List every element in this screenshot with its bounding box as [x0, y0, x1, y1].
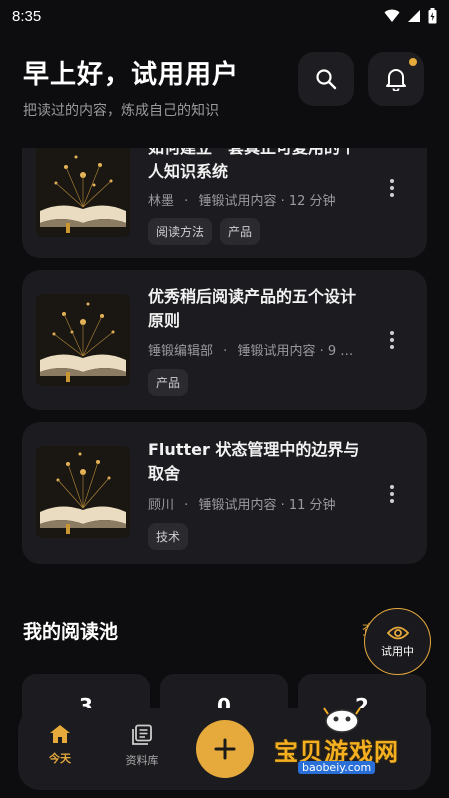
notifications-button[interactable]: [368, 52, 424, 106]
article-author: 顾川: [148, 498, 175, 513]
library-icon: [132, 724, 152, 745]
search-icon: [316, 69, 337, 90]
tab-library[interactable]: 资料库: [112, 724, 172, 768]
article-meta: 锤锻编辑部 · 锤锻试用内容 · 9 …: [148, 344, 354, 359]
more-options-icon[interactable]: [382, 325, 402, 355]
more-options-icon[interactable]: [382, 173, 402, 203]
article-read-time: 9 …: [327, 344, 354, 359]
article-card[interactable]: 优秀稍后阅读产品的五个设计原则 锤锻编辑部 · 锤锻试用内容 · 9 … 产品: [22, 270, 427, 410]
home-icon: [50, 725, 70, 743]
article-author: 林墨: [148, 194, 175, 209]
notification-badge: [409, 58, 417, 66]
more-options-icon[interactable]: [382, 479, 402, 509]
article-title: 优秀稍后阅读产品的五个设计原则: [148, 287, 357, 330]
tag-chip[interactable]: 阅读方法: [148, 218, 213, 245]
article-tags: 产品: [148, 369, 189, 396]
article-cover-image: [36, 294, 130, 386]
article-source: 锤锻试用内容: [198, 194, 277, 209]
article-read-time: 11 分钟: [288, 498, 336, 513]
site-watermark: 宝贝游戏网 baobeiy.com: [274, 706, 424, 778]
tag-chip[interactable]: 产品: [220, 218, 261, 245]
greeting-title: 早上好，试用用户: [23, 60, 240, 90]
tab-library-label: 资料库: [125, 754, 159, 767]
article-source: 锤锻试用内容: [198, 498, 277, 513]
article-tags: 技术: [148, 523, 189, 550]
tag-chip[interactable]: 技术: [148, 523, 189, 550]
tab-today[interactable]: 今天: [30, 724, 90, 766]
article-cover-image: [36, 446, 130, 538]
add-button[interactable]: [196, 720, 254, 778]
search-button[interactable]: [298, 52, 354, 106]
system-icons: [384, 8, 437, 24]
bell-icon: [386, 69, 406, 91]
status-bar: 8:35: [0, 0, 449, 32]
watermark-url: baobeiy.com: [298, 761, 376, 774]
trial-mode-badge[interactable]: 试用中: [364, 608, 431, 675]
status-time: 8:35: [12, 7, 42, 25]
article-card[interactable]: Flutter 状态管理中的边界与取舍 顾川 · 锤锻试用内容 · 11 分钟 …: [22, 422, 427, 564]
mascot-logo: [323, 707, 361, 733]
article-read-time: 12 分钟: [288, 194, 336, 209]
article-meta: 顾川 · 锤锻试用内容 · 11 分钟: [148, 498, 336, 513]
article-cover-image: [36, 145, 130, 237]
tag-chip[interactable]: 产品: [148, 369, 189, 396]
eye-icon: [386, 626, 409, 639]
battery-icon: [428, 8, 437, 24]
greeting-subtitle: 把读过的内容，炼成自己的知识: [23, 103, 219, 119]
trial-mode-label: 试用中: [381, 644, 414, 658]
article-source: 锤锻试用内容: [237, 344, 316, 359]
wifi-icon: [384, 9, 400, 22]
signal-icon: [408, 10, 420, 22]
article-title: Flutter 状态管理中的边界与取舍: [148, 440, 360, 483]
section-title: 我的阅读池: [23, 621, 119, 643]
article-tags: 阅读方法 产品: [148, 218, 261, 245]
article-author: 锤锻编辑部: [148, 344, 214, 359]
article-meta: 林墨 · 锤锻试用内容 · 12 分钟: [148, 194, 336, 209]
plus-icon: [214, 738, 236, 760]
page-header: 早上好，试用用户 把读过的内容，炼成自己的知识: [0, 32, 449, 148]
tab-today-label: 今天: [49, 752, 71, 765]
